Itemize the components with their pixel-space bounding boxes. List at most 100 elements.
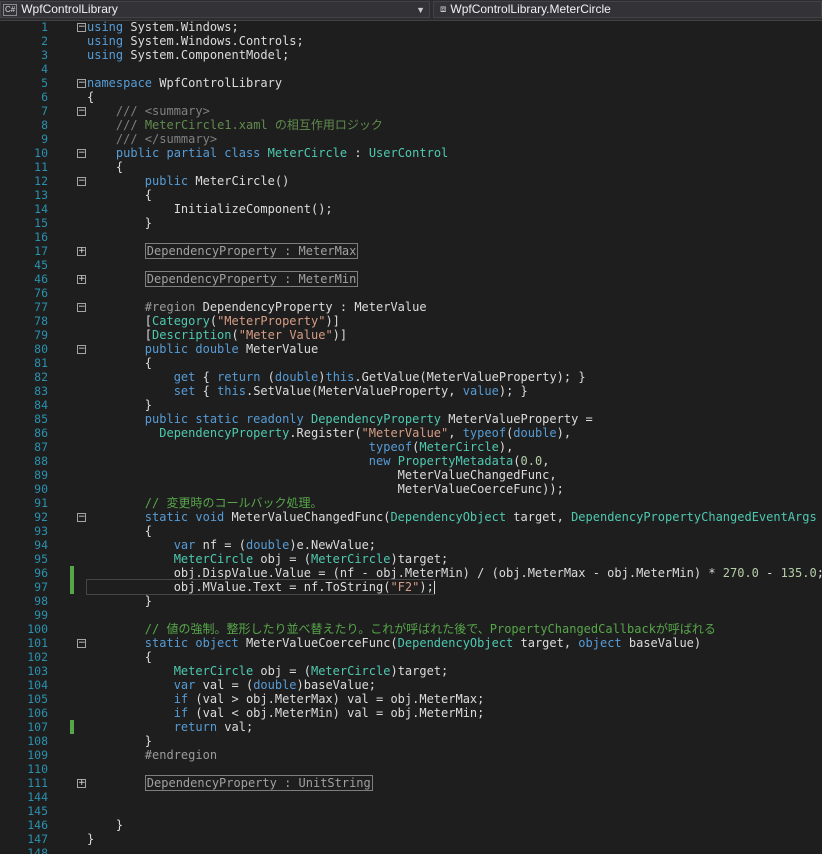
code-token: DependencyObject: [390, 510, 507, 524]
code-line[interactable]: 146 }: [0, 818, 822, 832]
code-line[interactable]: 103 MeterCircle obj = (MeterCircle)targe…: [0, 664, 822, 678]
code-text: /// MeterCircle1.xaml の相互作用ロジック: [87, 118, 383, 132]
code-token: target,: [506, 510, 572, 524]
code-line[interactable]: 45: [0, 258, 822, 272]
code-line[interactable]: 96 obj.DispValue.Value = (nf - obj.Meter…: [0, 566, 822, 580]
code-editor[interactable]: 1− using System.Windows; 2 using System.Win…: [0, 20, 822, 854]
code-line[interactable]: 82 get { return (double)this.GetValue(Me…: [0, 370, 822, 384]
code-line[interactable]: 10 − public partial class MeterCircle : U…: [0, 146, 822, 160]
code-line[interactable]: 17 + DependencyProperty : MeterMax: [0, 243, 822, 259]
code-line[interactable]: 101 − static object MeterValueCoerceFunc(…: [0, 636, 822, 650]
expand-outline-icon[interactable]: +: [77, 275, 86, 284]
code-line[interactable]: 9 /// </summary>: [0, 132, 822, 146]
code-line[interactable]: 106 if (val < obj.MeterMin) val = obj.Me…: [0, 706, 822, 720]
code-line[interactable]: 3 using System.ComponentModel;: [0, 48, 822, 62]
code-line[interactable]: 110: [0, 762, 822, 776]
line-number: 95: [34, 552, 48, 566]
code-token: (val > obj.MeterMax) val = obj.MeterMax;: [188, 692, 485, 706]
code-line[interactable]: 108 }: [0, 734, 822, 748]
collapse-outline-icon[interactable]: −: [77, 107, 86, 116]
code-line[interactable]: 13 {: [0, 188, 822, 202]
code-line[interactable]: 14 InitializeComponent();: [0, 202, 822, 216]
code-line[interactable]: 76: [0, 286, 822, 300]
code-line[interactable]: 144: [0, 790, 822, 804]
code-token: DependencyProperty : MeterValue: [195, 300, 427, 314]
code-line[interactable]: 81 {: [0, 356, 822, 370]
line-number: 146: [27, 818, 48, 832]
code-line[interactable]: 85 public static readonly DependencyProp…: [0, 412, 822, 426]
code-line[interactable]: 145: [0, 804, 822, 818]
line-number: 3: [41, 48, 48, 62]
collapsed-region[interactable]: DependencyProperty : UnitString: [144, 775, 373, 791]
code-line[interactable]: 11 {: [0, 160, 822, 174]
collapse-outline-icon[interactable]: −: [77, 513, 86, 522]
code-line[interactable]: 93 {: [0, 524, 822, 538]
expand-outline-icon[interactable]: +: [77, 779, 86, 788]
code-line[interactable]: 105 if (val > obj.MeterMax) val = obj.Me…: [0, 692, 822, 706]
code-line[interactable]: 16: [0, 230, 822, 244]
code-line[interactable]: 100 // 値の強制。整形したり並べ替えたり。これが呼ばれた後で、Proper…: [0, 622, 822, 636]
collapse-outline-icon[interactable]: −: [77, 177, 86, 186]
project-dropdown[interactable]: C# WpfControlLibrary ▼: [0, 1, 430, 18]
code-line[interactable]: 2 using System.Windows.Controls;: [0, 34, 822, 48]
code-line[interactable]: 87 typeof(MeterCircle),: [0, 440, 822, 454]
collapse-outline-icon[interactable]: −: [77, 303, 86, 312]
code-line[interactable]: 92− static void MeterValueChangedFunc(De…: [0, 510, 822, 524]
code-line[interactable]: 6{: [0, 90, 822, 104]
line-number: 6: [41, 90, 48, 104]
type-dropdown[interactable]: ⧈ WpfControlLibrary.MeterCircle: [433, 1, 822, 18]
code-line[interactable]: 5 − namespace WpfControlLibrary: [0, 76, 822, 90]
code-token: public double: [144, 342, 239, 356]
code-line[interactable]: 147}: [0, 832, 822, 846]
code-line[interactable]: 88 new PropertyMetadata(0.0,: [0, 454, 822, 468]
code-line[interactable]: 99: [0, 608, 822, 622]
code-line[interactable]: 109 #endregion: [0, 748, 822, 762]
code-line[interactable]: 7 − /// <summary>: [0, 104, 822, 118]
collapse-outline-icon[interactable]: −: [77, 639, 86, 648]
code-token: val = (: [195, 678, 254, 692]
code-line[interactable]: 98 }: [0, 594, 822, 608]
expand-outline-icon[interactable]: +: [77, 247, 86, 256]
code-line[interactable]: 104 var val = (double)baseValue;: [0, 678, 822, 692]
code-line[interactable]: 84 }: [0, 398, 822, 412]
code-line[interactable]: 77 − #region DependencyProperty : MeterVa…: [0, 300, 822, 314]
collapsed-region[interactable]: DependencyProperty : MeterMin: [144, 271, 359, 287]
code-text: {: [87, 160, 123, 174]
code-line[interactable]: 102 {: [0, 650, 822, 664]
code-line[interactable]: 80 − public double MeterValue: [0, 342, 822, 356]
code-line[interactable]: 95 MeterCircle obj = (MeterCircle)target…: [0, 552, 822, 566]
code-line[interactable]: 83 set { this.SetValue(MeterValuePropert…: [0, 384, 822, 398]
code-line[interactable]: 46 + DependencyProperty : MeterMin: [0, 271, 822, 287]
code-line[interactable]: 97 obj.MValue.Text = nf.ToString("F2");: [0, 579, 822, 595]
code-line[interactable]: 8 /// MeterCircle1.xaml の相互作用ロジック: [0, 118, 822, 132]
code-token: public partial class: [115, 146, 261, 160]
code-line[interactable]: 94 var nf = (double)e.NewValue;: [0, 538, 822, 552]
line-number: 14: [34, 202, 48, 216]
collapse-outline-icon[interactable]: −: [77, 23, 86, 32]
code-line[interactable]: 148: [0, 846, 822, 854]
code-token: if: [173, 692, 189, 706]
code-line[interactable]: 79 [Description("Meter Value")]: [0, 328, 822, 342]
code-line[interactable]: 91 // 変更時のコールバック処理。: [0, 496, 822, 510]
code-line[interactable]: 90 MeterValueCoerceFunc));: [0, 482, 822, 496]
code-text: /// </summary>: [87, 132, 217, 146]
collapse-outline-icon[interactable]: −: [77, 79, 86, 88]
collapsed-region[interactable]: DependencyProperty : MeterMax: [144, 243, 359, 259]
code-line[interactable]: 111 + DependencyProperty : UnitString: [0, 775, 822, 791]
line-number: 45: [34, 258, 48, 272]
collapse-outline-icon[interactable]: −: [77, 149, 86, 158]
code-line[interactable]: 4: [0, 62, 822, 76]
code-line[interactable]: 15 }: [0, 216, 822, 230]
code-token: public static readonly: [144, 412, 304, 426]
code-line[interactable]: 89 MeterValueChangedFunc,: [0, 468, 822, 482]
code-line[interactable]: 78 [Category("MeterProperty")]: [0, 314, 822, 328]
code-line[interactable]: 107 return val;: [0, 720, 822, 734]
code-token: {: [87, 356, 153, 370]
code-line[interactable]: 12 − public MeterCircle(): [0, 174, 822, 188]
code-line[interactable]: 1 − using System.Windows;: [0, 20, 822, 34]
collapse-outline-icon[interactable]: −: [77, 345, 86, 354]
code-line[interactable]: 86 DependencyProperty.Register("MeterVal…: [0, 426, 822, 440]
line-number: 148: [27, 846, 48, 854]
